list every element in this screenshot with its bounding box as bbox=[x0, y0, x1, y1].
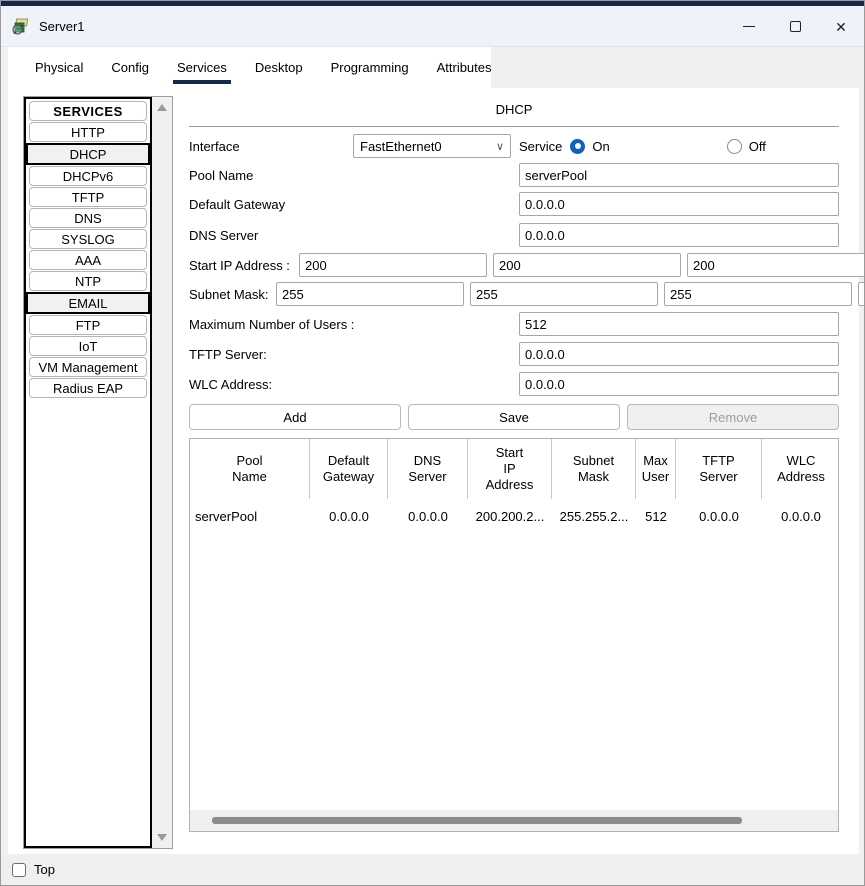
cell-max-user: 512 bbox=[636, 499, 676, 533]
close-icon: ✕ bbox=[835, 20, 847, 34]
subnet-mask-octet-4[interactable] bbox=[858, 282, 865, 306]
server-icon bbox=[11, 16, 31, 36]
max-users-input[interactable] bbox=[519, 312, 839, 336]
service-on-radio[interactable] bbox=[570, 139, 585, 154]
services-tab-pane: SERVICES HTTP DHCP DHCPv6 TFTP DNS SYSLO… bbox=[8, 88, 859, 856]
sidebar-item-dhcpv6[interactable]: DHCPv6 bbox=[29, 166, 147, 186]
sidebar-item-aaa[interactable]: AAA bbox=[29, 250, 147, 270]
cell-wlc-address: 0.0.0.0 bbox=[762, 499, 840, 533]
tab-services[interactable]: Services bbox=[163, 47, 241, 88]
sidebar-item-vm-management[interactable]: VM Management bbox=[29, 357, 147, 377]
max-users-label: Maximum Number of Users : bbox=[189, 317, 354, 332]
sidebar-item-ftp[interactable]: FTP bbox=[29, 315, 147, 335]
cell-dns-server: 0.0.0.0 bbox=[388, 499, 468, 533]
cell-default-gateway: 0.0.0.0 bbox=[310, 499, 388, 533]
subnet-mask-octet-3[interactable] bbox=[664, 282, 852, 306]
sidebar-item-dhcp[interactable]: DHCP bbox=[26, 143, 150, 165]
server-config-window: Server1 ✕ Physical Config Services Deskt… bbox=[0, 0, 865, 886]
col-header-tftp-server: TFTP Server bbox=[676, 439, 762, 499]
service-on-label: On bbox=[592, 139, 609, 154]
sidebar-scrollbar[interactable] bbox=[152, 97, 172, 848]
subnet-mask-octet-1[interactable] bbox=[276, 282, 464, 306]
dhcp-pool-table: Pool Name Default Gateway DNS Server Sta… bbox=[189, 438, 839, 832]
title-divider bbox=[189, 126, 839, 127]
col-header-dns-server: DNS Server bbox=[388, 439, 468, 499]
top-checkbox[interactable] bbox=[12, 863, 26, 877]
tab-attributes[interactable]: Attributes bbox=[423, 47, 506, 88]
interface-label: Interface bbox=[189, 139, 240, 154]
tab-config[interactable]: Config bbox=[97, 47, 163, 88]
sidebar-item-email[interactable]: EMAIL bbox=[26, 292, 150, 314]
col-header-subnet-mask: Subnet Mask bbox=[552, 439, 636, 499]
tab-programming[interactable]: Programming bbox=[317, 47, 423, 88]
interface-selected-value: FastEthernet0 bbox=[360, 139, 496, 154]
start-ip-label: Start IP Address : bbox=[189, 258, 290, 273]
sidebar-item-radius-eap[interactable]: Radius EAP bbox=[29, 378, 147, 398]
titlebar: Server1 ✕ bbox=[1, 6, 864, 47]
action-buttons: Add Save Remove bbox=[189, 404, 839, 430]
dhcp-panel: DHCP Interface FastEthernet0 ∨ Service O… bbox=[189, 96, 839, 841]
cell-pool-name: serverPool bbox=[190, 499, 310, 533]
pool-name-input[interactable] bbox=[519, 163, 839, 187]
table-horizontal-scrollbar[interactable] bbox=[190, 810, 838, 831]
subnet-mask-octet-2[interactable] bbox=[470, 282, 658, 306]
pool-table-header: Pool Name Default Gateway DNS Server Sta… bbox=[190, 439, 838, 499]
cell-tftp-server: 0.0.0.0 bbox=[676, 499, 762, 533]
sidebar-item-ntp[interactable]: NTP bbox=[29, 271, 147, 291]
tab-physical[interactable]: Physical bbox=[21, 47, 97, 88]
sidebar-item-tftp[interactable]: TFTP bbox=[29, 187, 147, 207]
start-ip-octet-1[interactable] bbox=[299, 253, 487, 277]
top-checkbox-label: Top bbox=[34, 862, 55, 877]
minimize-button[interactable] bbox=[726, 6, 772, 47]
start-ip-octet-3[interactable] bbox=[687, 253, 865, 277]
tftp-server-label: TFTP Server: bbox=[189, 347, 267, 362]
add-button[interactable]: Add bbox=[189, 404, 401, 430]
tab-desktop[interactable]: Desktop bbox=[241, 47, 317, 88]
default-gateway-input[interactable] bbox=[519, 192, 839, 216]
panel-title: DHCP bbox=[189, 102, 839, 117]
service-label: Service bbox=[519, 139, 562, 154]
sidebar-item-iot[interactable]: IoT bbox=[29, 336, 147, 356]
subnet-mask-label: Subnet Mask: bbox=[189, 287, 269, 302]
sidebar-item-services-header: SERVICES bbox=[29, 101, 147, 121]
table-row[interactable]: serverPool 0.0.0.0 0.0.0.0 200.200.2... … bbox=[190, 499, 838, 533]
services-sidebar: SERVICES HTTP DHCP DHCPv6 TFTP DNS SYSLO… bbox=[23, 96, 173, 849]
pool-name-label: Pool Name bbox=[189, 168, 253, 183]
scroll-up-icon[interactable] bbox=[157, 104, 167, 111]
scroll-down-icon[interactable] bbox=[157, 834, 167, 841]
cell-start-ip: 200.200.2... bbox=[468, 499, 552, 533]
minimize-icon bbox=[743, 26, 755, 27]
wlc-address-label: WLC Address: bbox=[189, 377, 272, 392]
col-header-wlc-address: WLC Address bbox=[762, 439, 840, 499]
start-ip-octet-2[interactable] bbox=[493, 253, 681, 277]
tftp-server-input[interactable] bbox=[519, 342, 839, 366]
maximize-icon bbox=[790, 21, 801, 32]
interface-select[interactable]: FastEthernet0 ∨ bbox=[353, 134, 511, 158]
dns-server-input[interactable] bbox=[519, 223, 839, 247]
services-list: SERVICES HTTP DHCP DHCPv6 TFTP DNS SYSLO… bbox=[24, 97, 152, 848]
default-gateway-label: Default Gateway bbox=[189, 197, 285, 212]
col-header-pool-name: Pool Name bbox=[190, 439, 310, 499]
close-button[interactable]: ✕ bbox=[818, 6, 864, 47]
remove-button[interactable]: Remove bbox=[627, 404, 839, 430]
save-button[interactable]: Save bbox=[408, 404, 620, 430]
sidebar-item-dns[interactable]: DNS bbox=[29, 208, 147, 228]
col-header-default-gateway: Default Gateway bbox=[310, 439, 388, 499]
scrollbar-thumb[interactable] bbox=[212, 817, 742, 824]
chevron-down-icon: ∨ bbox=[496, 140, 504, 153]
service-off-label: Off bbox=[749, 139, 766, 154]
dns-server-label: DNS Server bbox=[189, 228, 258, 243]
tab-bar: Physical Config Services Desktop Program… bbox=[8, 47, 491, 88]
col-header-start-ip: Start IP Address bbox=[468, 439, 552, 499]
maximize-button[interactable] bbox=[772, 6, 818, 47]
service-off-radio[interactable] bbox=[727, 139, 742, 154]
cell-subnet-mask: 255.255.2... bbox=[552, 499, 636, 533]
window-footer: Top bbox=[1, 854, 864, 885]
wlc-address-input[interactable] bbox=[519, 372, 839, 396]
sidebar-item-syslog[interactable]: SYSLOG bbox=[29, 229, 147, 249]
col-header-max-user: Max User bbox=[636, 439, 676, 499]
sidebar-item-http[interactable]: HTTP bbox=[29, 122, 147, 142]
window-title: Server1 bbox=[39, 19, 85, 34]
